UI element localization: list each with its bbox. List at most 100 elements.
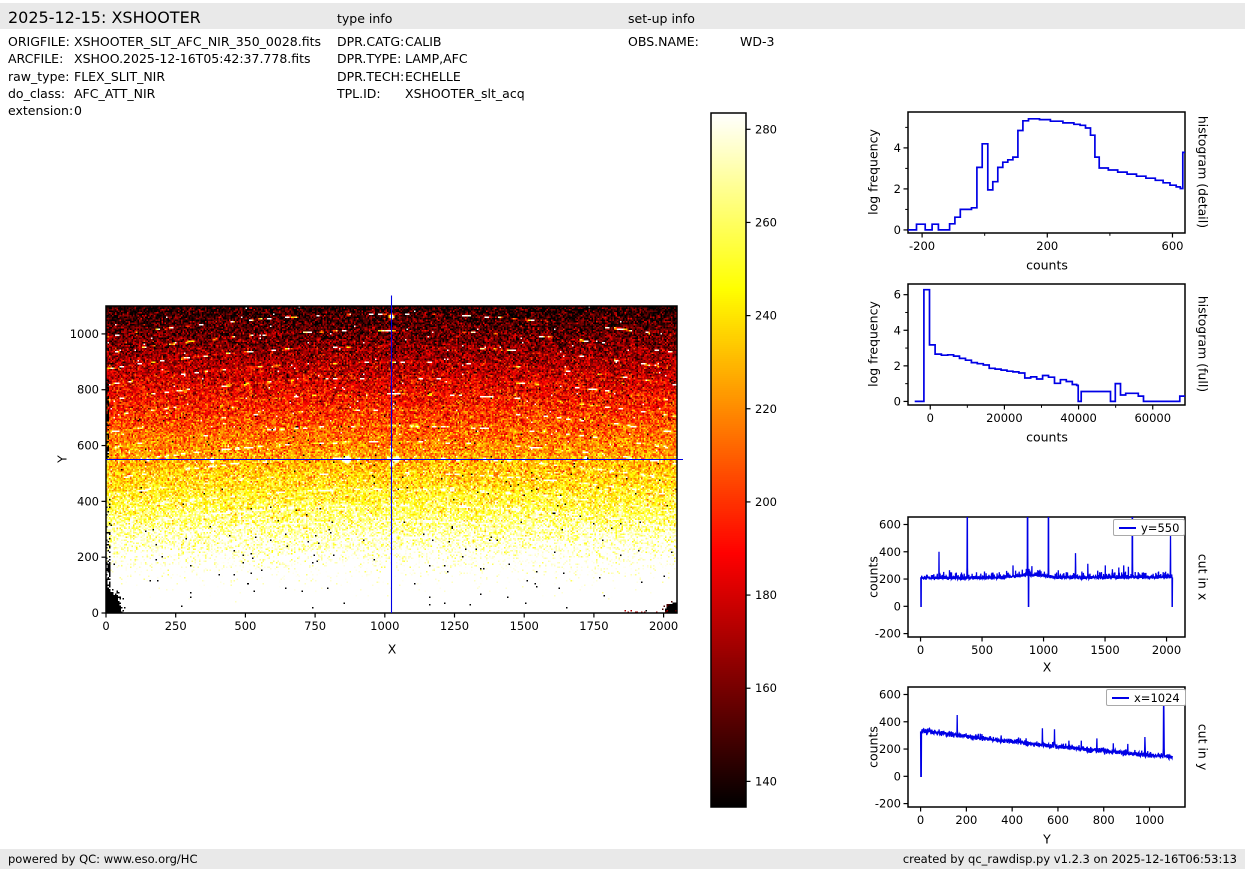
svg-text:4: 4 [894,141,901,155]
cut-y-yaxis-label: counts [865,726,881,768]
svg-text:800: 800 [1093,813,1115,827]
info-label: DPR.TECH: [337,68,405,84]
info-row: TPL.ID: XSHOOTER_slt_acq [337,85,525,102]
svg-text:400: 400 [879,715,901,729]
info-label: ARCFILE: [8,51,64,67]
svg-text:0: 0 [894,599,901,613]
info-value: AFC_ATT_NIR [74,85,156,101]
info-value: FLEX_SLIT_NIR [74,68,166,84]
info-label: do_class: [8,85,66,101]
svg-text:200: 200 [879,742,901,756]
svg-text:0: 0 [917,643,924,657]
svg-text:-200: -200 [875,797,901,811]
info-label: OBS.NAME: [628,34,699,49]
info-value: XSHOOTER_SLT_AFC_NIR_350_0028.fits [74,34,321,49]
info-value: CALIB [405,34,442,49]
hist-full-side-label: histogram (full) [1195,295,1211,393]
svg-text:2000: 2000 [649,619,678,633]
hist-detail-side-label: histogram (detail) [1195,115,1211,229]
svg-text:0: 0 [894,769,901,783]
svg-text:0: 0 [92,606,99,620]
header-bar: 2025-12-15: XSHOOTER type info set-up in… [0,3,1245,29]
footer-right-text: created by qc_rawdisp.py v1.2.3 on 2025-… [902,852,1237,866]
info-row: ARCFILE: XSHOO.2025-12-16T05:42:37.778.fi… [8,50,321,67]
info-value: ECHELLE [405,68,461,84]
svg-text:180: 180 [755,588,777,602]
cut-x-yaxis-label: counts [865,556,881,598]
svg-text:2: 2 [894,359,901,373]
svg-text:1500: 1500 [510,619,539,633]
cut-y-xaxis-label: Y [1043,831,1051,847]
info-row: OBS.NAME: WD-3 [628,33,774,50]
info-row: extension: 0 [8,102,321,119]
svg-text:600: 600 [879,518,901,532]
cut-x-side-label: cut in x [1195,553,1211,601]
svg-text:260: 260 [755,215,777,229]
info-row: DPR.TECH: ECHELLE [337,68,525,85]
info-value: XSHOOTER_slt_acq [405,85,525,101]
svg-text:400: 400 [77,494,99,508]
svg-text:400: 400 [879,545,901,559]
section-label-type-info: type info [337,11,393,26]
hist-full-xaxis-label: counts [1026,429,1068,445]
info-label: DPR.TYPE: [337,51,402,67]
svg-text:2000: 2000 [1152,643,1181,657]
info-label: TPL.ID: [337,85,381,101]
svg-text:750: 750 [304,619,326,633]
info-row: ORIGFILE: XSHOOTER_SLT_AFC_NIR_350_0028.f… [8,33,321,50]
svg-text:800: 800 [77,383,99,397]
info-row: DPR.TYPE: LAMP,AFC [337,50,525,67]
cut-y-side-label: cut in y [1195,723,1211,771]
svg-text:220: 220 [755,402,777,416]
svg-text:1000: 1000 [1029,643,1058,657]
svg-text:2: 2 [894,182,901,196]
svg-text:0: 0 [894,223,901,237]
cut-x-xaxis-label: X [1042,659,1052,675]
info-value: XSHOO.2025-12-16T05:42:37.778.fits [74,51,311,67]
svg-text:500: 500 [971,643,993,657]
info-label: extension: [8,103,74,119]
footer-left-text: powered by QC: www.eso.org/HC [8,852,198,866]
info-label: raw_type: [8,68,70,84]
svg-text:600: 600 [77,439,99,453]
svg-text:6: 6 [894,288,901,302]
svg-text:200: 200 [955,813,977,827]
svg-text:1750: 1750 [579,619,608,633]
svg-text:160: 160 [755,681,777,695]
info-row: raw_type: FLEX_SLIT_NIR [8,68,321,85]
svg-text:1500: 1500 [1090,643,1119,657]
svg-text:20000: 20000 [986,411,1023,425]
file-info-block: ORIGFILE: XSHOOTER_SLT_AFC_NIR_350_0028.f… [8,33,321,119]
svg-text:0: 0 [927,411,934,425]
footer-bar: powered by QC: www.eso.org/HC created by… [0,849,1245,869]
legend-line-swatch [1112,696,1129,699]
info-label: ORIGFILE: [8,34,70,49]
svg-text:-200: -200 [909,239,935,253]
svg-text:0: 0 [102,619,109,633]
hist-detail-yaxis-label: log frequency [865,129,881,215]
section-label-setup-info: set-up info [628,11,695,26]
colorbar-gradient-canvas [711,113,746,807]
info-value: 0 [74,103,82,119]
svg-text:200: 200 [879,572,901,586]
svg-text:200: 200 [755,495,777,509]
info-value: WD-3 [740,34,775,49]
page-title: 2025-12-15: XSHOOTER [8,8,201,27]
svg-text:400: 400 [1001,813,1023,827]
svg-text:600: 600 [879,688,901,702]
svg-text:1000: 1000 [1135,813,1164,827]
svg-text:60000: 60000 [1134,411,1171,425]
legend-label: x=1024 [1134,690,1180,705]
info-label: DPR.CATG: [337,34,405,49]
legend-line-swatch [1119,526,1136,529]
svg-text:-200: -200 [875,627,901,641]
svg-text:600: 600 [1047,813,1069,827]
qc-report-page: 2025-12-15: XSHOOTER type info set-up in… [0,0,1245,870]
cut-y-legend: x=1024 [1106,689,1186,706]
svg-text:1000: 1000 [370,619,399,633]
hist-detail-xaxis-label: counts [1026,257,1068,273]
cut-x-legend: y=550 [1113,519,1186,536]
svg-text:250: 250 [165,619,187,633]
main-yaxis-label: Y [54,455,70,463]
svg-text:500: 500 [234,619,256,633]
